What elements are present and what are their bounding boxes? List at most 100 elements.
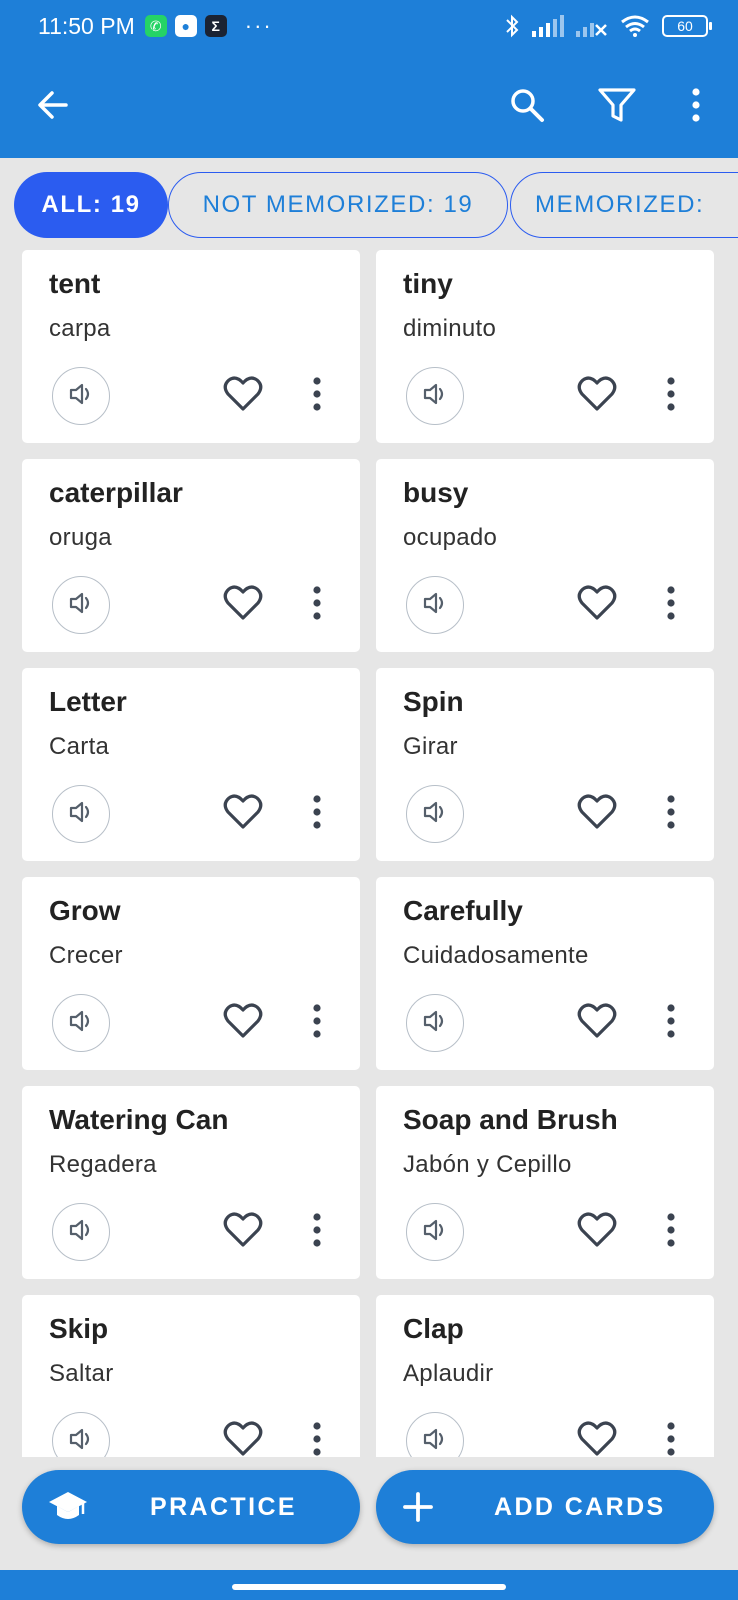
more-vert-icon	[312, 1003, 322, 1043]
card-translation: oruga	[49, 524, 112, 551]
favorite-button[interactable]	[575, 793, 619, 835]
practice-button[interactable]: PRACTICE	[22, 1470, 360, 1544]
play-audio-button[interactable]	[406, 576, 464, 634]
more-vert-icon	[692, 88, 700, 122]
card-more-button[interactable]	[303, 585, 331, 624]
search-button[interactable]	[500, 78, 554, 132]
play-audio-button[interactable]	[406, 1412, 464, 1457]
back-button[interactable]	[26, 78, 80, 132]
favorite-button[interactable]	[221, 1002, 265, 1044]
add-cards-label: ADD CARDS	[494, 1492, 666, 1521]
heart-icon	[223, 793, 263, 835]
word-card[interactable]: Carefully Cuidadosamente	[376, 877, 714, 1070]
speaker-icon	[422, 801, 448, 828]
card-more-button[interactable]	[657, 1003, 685, 1042]
graduation-cap-icon	[48, 1487, 88, 1527]
card-more-button[interactable]	[303, 1003, 331, 1043]
favorite-button[interactable]	[221, 793, 265, 835]
card-translation: ocupado	[403, 524, 498, 551]
more-vert-icon	[312, 376, 322, 416]
search-icon	[511, 89, 544, 122]
word-card[interactable]: Spin Girar	[376, 668, 714, 861]
cards-grid: tent carpa tiny diminuto caterpillar oruga bus…	[0, 250, 738, 1457]
favorite-button[interactable]	[221, 375, 265, 417]
play-audio-button[interactable]	[52, 994, 110, 1052]
speaker-icon	[68, 1010, 94, 1037]
speaker-icon	[422, 592, 448, 619]
speaker-icon	[68, 801, 94, 828]
card-more-button[interactable]	[657, 585, 685, 624]
play-audio-button[interactable]	[52, 1203, 110, 1261]
favorite-button[interactable]	[575, 1420, 619, 1457]
filter-button[interactable]	[590, 78, 644, 132]
word-card[interactable]: Letter Carta	[22, 668, 360, 861]
more-options-button[interactable]	[669, 78, 723, 132]
card-translation: carpa	[49, 315, 111, 342]
card-more-button[interactable]	[657, 1421, 685, 1457]
card-more-button[interactable]	[657, 376, 685, 415]
heart-icon	[577, 793, 617, 835]
more-vert-icon	[312, 794, 322, 834]
favorite-button[interactable]	[221, 584, 265, 626]
word-card[interactable]: Soap and Brush Jabón y Cepillo	[376, 1086, 714, 1279]
card-more-button[interactable]	[657, 1212, 685, 1251]
word-card[interactable]: Clap Aplaudir	[376, 1295, 714, 1457]
word-card[interactable]: Watering Can Regadera	[22, 1086, 360, 1279]
favorite-button[interactable]	[221, 1420, 265, 1457]
sigma-icon: Σ	[204, 15, 227, 37]
chip-all[interactable]: ALL: 19	[14, 172, 168, 238]
word-card[interactable]: Grow Crecer	[22, 877, 360, 1070]
card-word: Spin	[403, 686, 464, 717]
word-card[interactable]: tent carpa	[22, 250, 360, 443]
card-translation: Aplaudir	[403, 1360, 494, 1387]
word-card[interactable]: tiny diminuto	[376, 250, 714, 443]
status-more-icon: ···	[244, 13, 273, 38]
favorite-button[interactable]	[575, 375, 619, 417]
favorite-button[interactable]	[575, 1211, 619, 1253]
more-vert-icon	[666, 794, 676, 834]
card-more-button[interactable]	[303, 794, 331, 834]
favorite-button[interactable]	[575, 1002, 619, 1044]
speaker-icon	[68, 1428, 94, 1455]
speaker-icon	[422, 1010, 448, 1037]
chip-not-memorized[interactable]: NOT MEMORIZED: 19	[168, 172, 508, 238]
whatsapp-icon: ✆	[144, 15, 167, 37]
bluetooth-icon	[506, 14, 519, 38]
card-more-button[interactable]	[303, 1212, 331, 1252]
card-translation: diminuto	[403, 315, 497, 342]
card-word: Grow	[49, 895, 121, 926]
word-card[interactable]: caterpillar oruga	[22, 459, 360, 652]
card-word: tent	[49, 268, 101, 299]
card-translation: Crecer	[49, 942, 123, 969]
heart-icon	[223, 1420, 263, 1458]
status-time: 11:50 PM	[38, 12, 135, 39]
card-translation: Jabón y Cepillo	[403, 1151, 572, 1178]
speaker-icon	[68, 592, 94, 619]
card-more-button[interactable]	[303, 1421, 331, 1458]
play-audio-button[interactable]	[52, 367, 110, 425]
play-audio-button[interactable]	[406, 994, 464, 1052]
card-more-button[interactable]	[657, 794, 685, 834]
signal-icon	[532, 15, 564, 37]
card-word: caterpillar	[49, 477, 183, 508]
favorite-button[interactable]	[221, 1211, 265, 1253]
add-cards-button[interactable]: ADD CARDS	[376, 1470, 714, 1544]
card-word: Clap	[403, 1313, 464, 1344]
play-audio-button[interactable]	[406, 1203, 464, 1261]
card-more-button[interactable]	[303, 376, 331, 416]
play-audio-button[interactable]	[52, 576, 110, 634]
card-translation: Saltar	[49, 1360, 114, 1387]
word-card[interactable]: Skip Saltar	[22, 1295, 360, 1457]
chip-memorized[interactable]: MEMORIZED:	[510, 172, 738, 238]
more-vert-icon	[312, 1421, 322, 1458]
card-translation: Girar	[403, 733, 458, 760]
play-audio-button[interactable]	[52, 1412, 110, 1457]
home-handle[interactable]	[232, 1584, 506, 1590]
play-audio-button[interactable]	[406, 367, 464, 425]
play-audio-button[interactable]	[52, 785, 110, 843]
word-card[interactable]: busy ocupado	[376, 459, 714, 652]
more-vert-icon	[312, 1212, 322, 1252]
practice-label: PRACTICE	[150, 1492, 297, 1521]
favorite-button[interactable]	[575, 584, 619, 626]
play-audio-button[interactable]	[406, 785, 464, 843]
